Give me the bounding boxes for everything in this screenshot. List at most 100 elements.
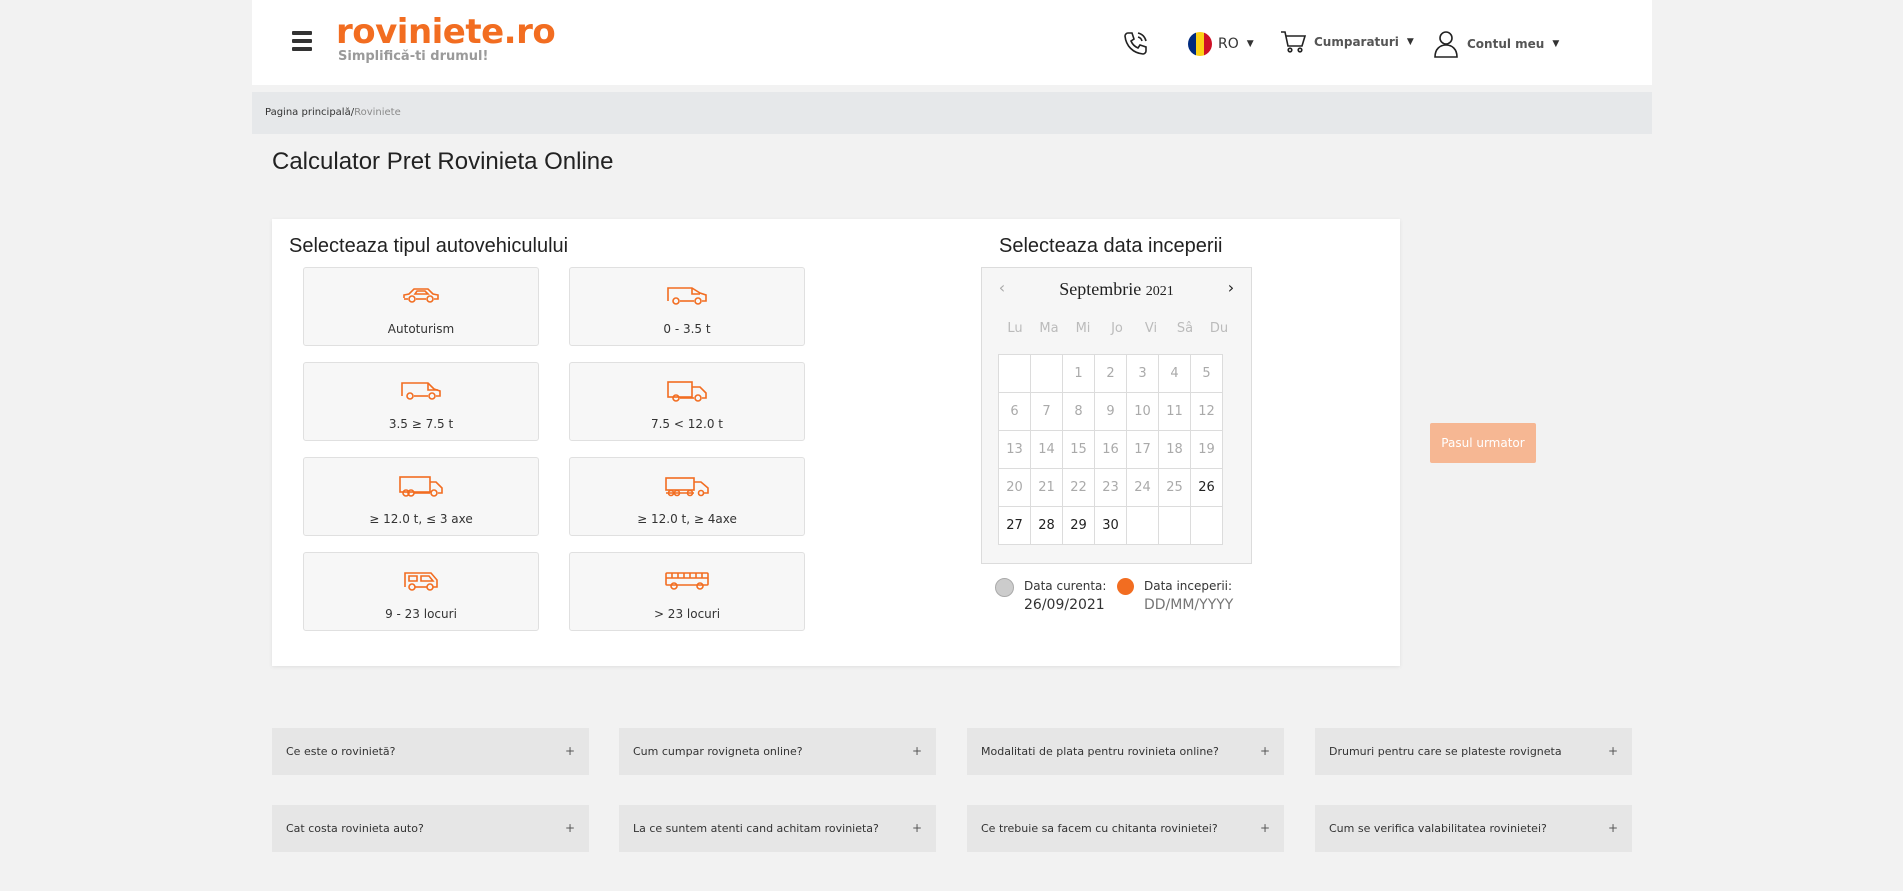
minibus-icon [404, 572, 438, 591]
calendar: ‹ Septembrie 2021 › Lu Ma Mi Jo Vi Sâ Du… [981, 267, 1252, 564]
menu-icon[interactable] [292, 31, 312, 53]
plus-icon: + [1607, 744, 1618, 758]
vehicle-option-3-5-7-5t[interactable]: 3.5 ≥ 7.5 t [303, 362, 539, 441]
calendar-empty-cell [1158, 506, 1191, 545]
calendar-year: 2021 [1145, 284, 1174, 299]
cart-menu[interactable]: Cumparaturi ▼ [1280, 30, 1414, 54]
vehicle-option-autoturism[interactable]: Autoturism [303, 267, 539, 346]
calendar-day[interactable]: 29 [1062, 506, 1095, 545]
faq-item[interactable]: Ce trebuie sa facem cu chitanta roviniet… [967, 805, 1284, 852]
language-selector[interactable]: RO ▼ [1188, 32, 1254, 56]
calendar-day: 11 [1158, 392, 1191, 431]
breadcrumb-home[interactable]: Pagina principală [265, 107, 351, 118]
chevron-down-icon: ▼ [1552, 39, 1560, 49]
breadcrumb-current: Roviniete [354, 107, 401, 118]
calendar-empty-cell [998, 354, 1031, 393]
calendar-day: 4 [1158, 354, 1191, 393]
plus-icon: + [564, 821, 575, 835]
faq-question: La ce suntem atenti cand achitam rovinie… [633, 822, 879, 835]
faq-item[interactable]: La ce suntem atenti cand achitam rovinie… [619, 805, 936, 852]
site-logo[interactable]: roviniete.ro Simplifică-ti drumul! [336, 12, 556, 64]
calendar-week-row: 13 14 15 16 17 18 19 [998, 430, 1223, 469]
current-date-legend: Data curenta: 26/09/2021 [995, 578, 1106, 613]
car-icon [403, 288, 439, 303]
plus-icon: + [911, 744, 922, 758]
faq-item[interactable]: Cum se verifica valabilitatea rovinietei… [1315, 805, 1632, 852]
calendar-day: 12 [1190, 392, 1223, 431]
weekday-label: Du [1209, 321, 1229, 336]
vehicle-option-9-23-locuri[interactable]: 9 - 23 locuri [303, 552, 539, 631]
faq-question: Ce trebuie sa facem cu chitanta roviniet… [981, 822, 1218, 835]
vehicle-option-7-5-12t[interactable]: 7.5 < 12.0 t [569, 362, 805, 441]
vehicle-option-label: > 23 locuri [653, 607, 721, 621]
faq-question: Cum se verifica valabilitatea rovinietei… [1329, 822, 1547, 835]
start-date-legend: Data inceperii: [1117, 578, 1254, 613]
faq-item[interactable]: Cat costa rovinieta auto? + [272, 805, 589, 852]
faq-item[interactable]: Ce este o rovinietă? + [272, 728, 589, 775]
vehicle-option-12t-4axe[interactable]: ≥ 12.0 t, ≥ 4axe [569, 457, 805, 536]
logo-tagline: Simplifică-ti drumul! [338, 49, 489, 64]
faq-question: Modalitati de plata pentru rovinieta onl… [981, 745, 1219, 758]
top-header: roviniete.ro Simplifică-ti drumul! RO ▼ … [252, 0, 1652, 85]
vehicle-option-label: 9 - 23 locuri [385, 607, 457, 621]
calendar-day: 7 [1030, 392, 1063, 431]
calendar-day[interactable]: 26 [1190, 468, 1223, 507]
calendar-day[interactable]: 30 [1094, 506, 1127, 545]
calendar-week-row: 27 28 29 30 [998, 506, 1223, 545]
faq-question: Ce este o rovinietă? [286, 745, 396, 758]
weekday-label: Jo [1111, 321, 1123, 336]
start-date-input[interactable] [1144, 597, 1254, 613]
account-label: Contul meu [1467, 37, 1545, 51]
vehicle-option-label: ≥ 12.0 t, ≥ 4axe [637, 512, 737, 526]
calendar-day[interactable]: 28 [1030, 506, 1063, 545]
vehicle-option-23-locuri[interactable]: > 23 locuri [569, 552, 805, 631]
plus-icon: + [564, 744, 575, 758]
calendar-day: 3 [1126, 354, 1159, 393]
chevron-right-icon[interactable]: › [1221, 278, 1241, 300]
calendar-day: 21 [1030, 468, 1063, 507]
calendar-day: 18 [1158, 430, 1191, 469]
plus-icon: + [911, 821, 922, 835]
calendar-day: 22 [1062, 468, 1095, 507]
faq-item[interactable]: Modalitati de plata pentru rovinieta onl… [967, 728, 1284, 775]
truck-icon [399, 476, 443, 497]
calendar-day: 17 [1126, 430, 1159, 469]
vehicle-option-0-3-5t[interactable]: 0 - 3.5 t [569, 267, 805, 346]
large-van-icon [401, 382, 441, 400]
calendar-day: 9 [1094, 392, 1127, 431]
cart-label: Cumparaturi [1314, 35, 1399, 49]
calendar-empty-cell [1126, 506, 1159, 545]
calendar-header: ‹ Septembrie 2021 › [982, 278, 1251, 300]
calendar-day: 19 [1190, 430, 1223, 469]
small-truck-icon [667, 381, 707, 402]
faq-item[interactable]: Cum cumpar rovigneta online? + [619, 728, 936, 775]
calendar-day[interactable]: 27 [998, 506, 1031, 545]
calendar-day: 5 [1190, 354, 1223, 393]
vehicle-option-label: 7.5 < 12.0 t [650, 417, 723, 431]
plus-icon: + [1259, 821, 1270, 835]
current-date-dot [995, 578, 1014, 597]
calendar-day: 15 [1062, 430, 1095, 469]
bus-icon [665, 572, 709, 590]
calendar-empty-cell [1190, 506, 1223, 545]
current-date-value: 26/09/2021 [1024, 597, 1105, 613]
calendar-month: Septembrie [1059, 279, 1142, 299]
start-date-dot [1117, 578, 1134, 595]
calculator-card: Selecteaza tipul autovehiculului Autotur… [272, 219, 1400, 666]
account-menu[interactable]: Contul meu ▼ [1433, 30, 1559, 58]
calendar-day: 23 [1094, 468, 1127, 507]
calendar-day: 13 [998, 430, 1031, 469]
calendar-day: 10 [1126, 392, 1159, 431]
faq-item[interactable]: Drumuri pentru care se plateste rovignet… [1315, 728, 1632, 775]
calendar-day: 25 [1158, 468, 1191, 507]
logo-text: roviniete.ro [336, 12, 556, 52]
user-icon [1434, 31, 1458, 58]
next-step-button[interactable]: Pasul urmator [1430, 423, 1536, 463]
plus-icon: + [1607, 821, 1618, 835]
calendar-day: 6 [998, 392, 1031, 431]
romania-flag-icon [1188, 32, 1212, 56]
vehicle-option-12t-3axe[interactable]: ≥ 12.0 t, ≤ 3 axe [303, 457, 539, 536]
calendar-day: 2 [1094, 354, 1127, 393]
phone-icon[interactable] [1122, 30, 1148, 56]
calendar-title: Septembrie 2021 [982, 278, 1251, 303]
